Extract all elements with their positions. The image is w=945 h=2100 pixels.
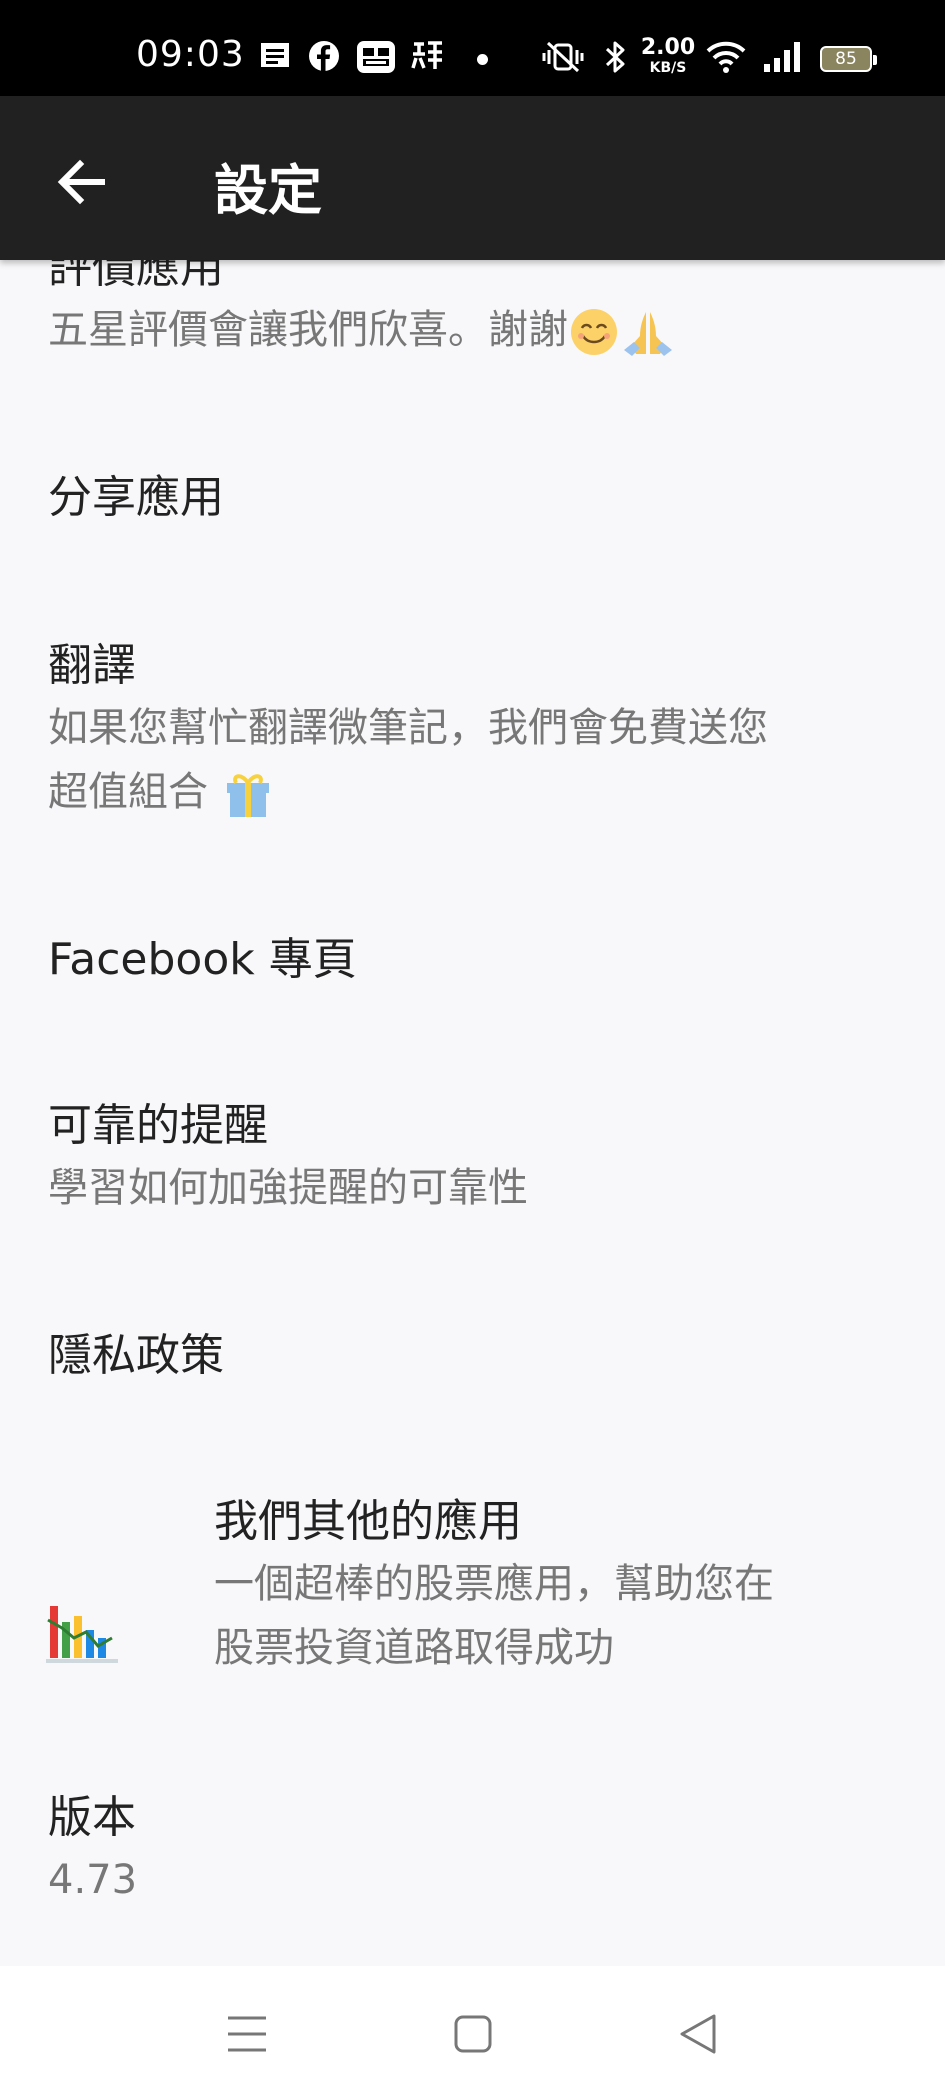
stock-chart-icon: [46, 1606, 118, 1663]
chinese-app-icon: [411, 41, 442, 69]
list-item-privacy-policy[interactable]: 隱私政策: [48, 1326, 908, 1386]
network-speed: 2.00 KB/S: [640, 35, 696, 76]
sms-icon: [261, 43, 289, 67]
list-item-version[interactable]: 版本 4.73: [48, 1788, 908, 1912]
list-item-reliable-reminders[interactable]: 可靠的提醒 學習如何加強提醒的可靠性: [48, 1096, 908, 1220]
privacy-policy-title: 隱私政策: [48, 1330, 224, 1381]
dot-icon: [477, 54, 488, 65]
menu-icon[interactable]: [212, 2002, 282, 2066]
back-triangle-icon[interactable]: [664, 2002, 734, 2066]
app-icon: [357, 41, 395, 73]
gift-emoji-icon: [226, 774, 269, 817]
rate-app-title: 評價應用: [48, 260, 224, 293]
arrow-left-icon[interactable]: [50, 150, 114, 214]
list-item-rate-app[interactable]: 評價應用 五星評價會讓我們欣喜。謝謝: [48, 260, 908, 362]
vibrate-off-icon: [542, 41, 584, 73]
other-apps-title: 我們其他的應用: [214, 1496, 522, 1547]
bluetooth-icon: [605, 41, 625, 73]
reliable-reminders-title: 可靠的提醒: [48, 1100, 268, 1151]
facebook-page-title: Facebook 專頁: [48, 934, 357, 985]
smile-emoji-icon: [571, 309, 617, 355]
other-apps-subtitle: 一個超棒的股票應用，幫助您在: [214, 1561, 774, 1607]
status-time: 09:03: [136, 34, 245, 75]
rate-app-subtitle: 五星評價會讓我們欣喜。謝謝: [48, 298, 908, 362]
version-value: 4.73: [48, 1857, 138, 1903]
other-apps-text: 我們其他的應用 一個超棒的股票應用，幫助您在 股票投資道路取得成功: [214, 1492, 904, 1680]
version-title: 版本: [48, 1792, 136, 1843]
list-item-translate[interactable]: 翻譯 如果您幫忙翻譯微筆記，我們會免費送您 超值組合: [48, 636, 908, 824]
settings-screen: 09:03 2.00 KB/S 85 設定 評價應用 五星評價會讓我們欣喜。謝謝…: [0, 0, 945, 2100]
translate-title: 翻譯: [48, 640, 136, 691]
list-item-share-app[interactable]: 分享應用: [48, 468, 908, 528]
translate-subtitle-line2: 超值組合: [48, 760, 908, 824]
reliable-reminders-subtitle: 學習如何加強提醒的可靠性: [48, 1165, 528, 1211]
navigation-bar: [0, 1966, 945, 2100]
share-app-title: 分享應用: [48, 472, 224, 523]
signal-icon: [764, 42, 800, 72]
pray-emoji-icon: [624, 312, 672, 356]
app-bar: 設定: [0, 96, 945, 260]
list-item-facebook-page[interactable]: Facebook 專頁: [48, 930, 908, 990]
status-bar: 09:03 2.00 KB/S 85: [0, 0, 945, 96]
facebook-icon: [309, 41, 339, 71]
home-square-icon[interactable]: [438, 2002, 508, 2066]
wifi-icon: [706, 41, 746, 73]
other-apps-subtitle-line2: 股票投資道路取得成功: [214, 1625, 614, 1671]
settings-list[interactable]: 評價應用 五星評價會讓我們欣喜。謝謝 分享應用 翻譯 如果您幫忙翻譯微筆記，我們…: [0, 260, 945, 1966]
page-title: 設定: [214, 159, 322, 222]
translate-subtitle: 如果您幫忙翻譯微筆記，我們會免費送您: [48, 705, 768, 751]
battery-icon: 85: [820, 46, 877, 72]
